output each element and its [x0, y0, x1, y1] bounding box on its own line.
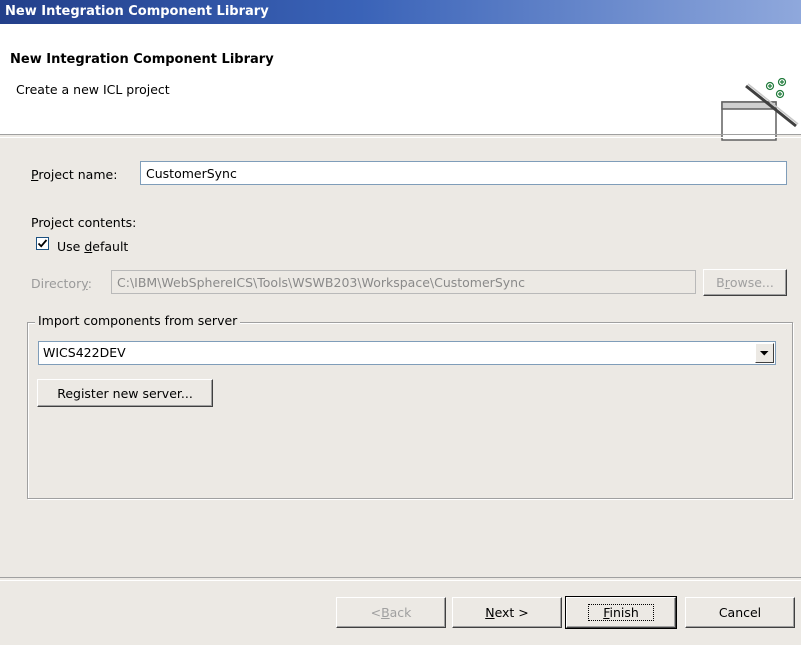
footer-separator: [0, 577, 801, 581]
server-select[interactable]: WICS422DEV: [38, 341, 776, 365]
page-title: New Integration Component Library: [10, 52, 274, 67]
project-contents-label: Project contents:: [31, 215, 137, 230]
server-select-value: WICS422DEV: [43, 345, 126, 360]
register-new-server-button[interactable]: Register new server...: [37, 379, 213, 407]
use-default-label[interactable]: Use default: [57, 239, 128, 254]
dropdown-arrow-button[interactable]: [755, 343, 774, 363]
wizard-window: New Integration Component Library New In…: [0, 0, 801, 645]
banner-separator: [0, 134, 801, 138]
cancel-button[interactable]: Cancel: [685, 597, 795, 628]
directory-label: Directory:: [31, 276, 92, 291]
finish-focus-ring: Finish: [588, 604, 654, 621]
import-group-legend: Import components from server: [35, 313, 241, 328]
title-bar[interactable]: New Integration Component Library: [0, 0, 801, 24]
checkmark-icon: [37, 239, 48, 248]
next-button[interactable]: Next >: [452, 597, 562, 628]
use-default-checkbox[interactable]: [36, 237, 49, 250]
chevron-down-icon: [760, 351, 769, 356]
new-project-wizard-icon: [721, 78, 799, 141]
finish-button[interactable]: Finish: [565, 596, 677, 629]
browse-button: Br owse...: [703, 269, 787, 296]
project-name-label: Project name:: [31, 167, 118, 182]
back-button: < Back: [336, 597, 446, 628]
directory-input: [111, 270, 696, 294]
project-name-input[interactable]: [140, 161, 787, 185]
page-description: Create a new ICL project: [16, 82, 170, 97]
window-title: New Integration Component Library: [5, 4, 269, 19]
wizard-banner: New Integration Component Library Create…: [0, 24, 801, 141]
